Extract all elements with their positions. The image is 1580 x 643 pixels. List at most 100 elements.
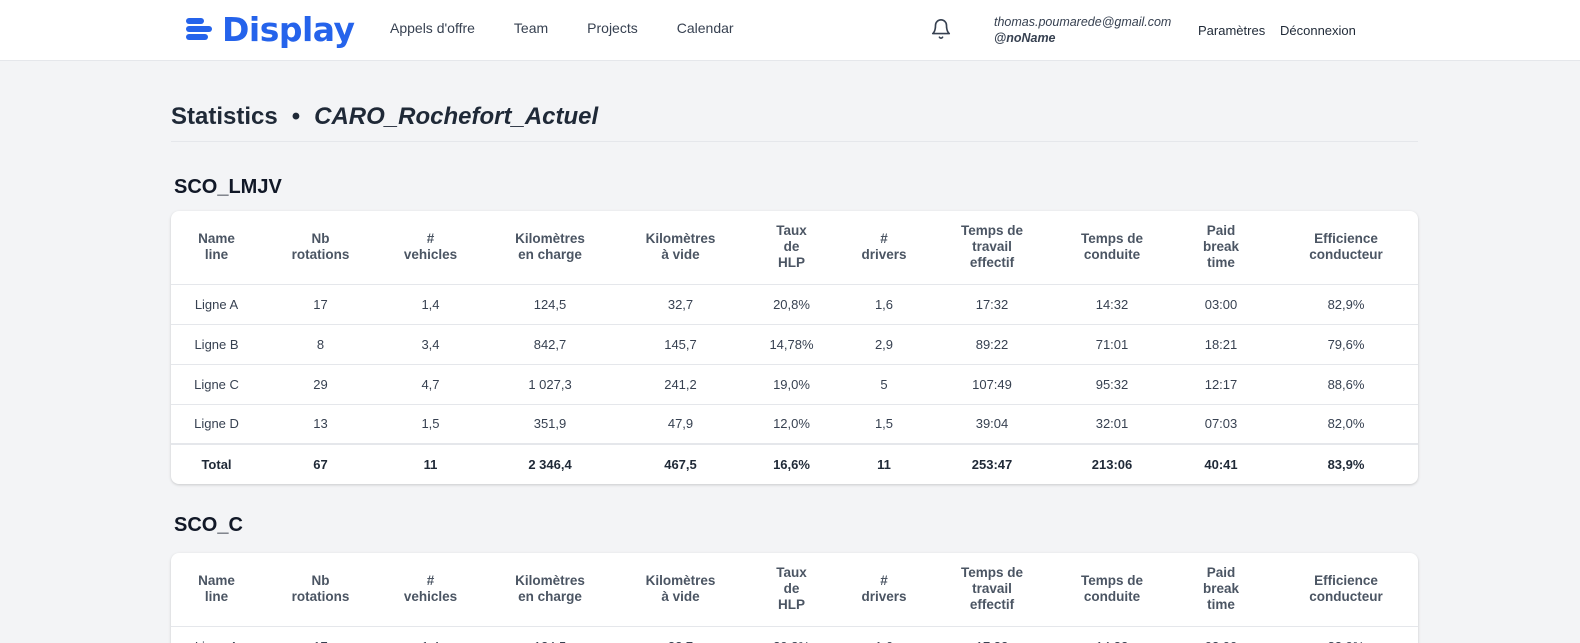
column-header-text: HLP <box>778 255 805 271</box>
table-cell: 03:00 <box>1168 626 1274 643</box>
table-cell: 82,0% <box>1274 404 1418 445</box>
column-header-text: break <box>1202 239 1240 255</box>
table-cell: 40:41 <box>1168 443 1274 484</box>
table-row: Ligne A171,4124,532,720,8%1,617:3214:320… <box>171 284 1418 325</box>
section-title-sco-lmjv: SCO_LMJV <box>174 176 282 198</box>
column-header-text: Efficience <box>1314 231 1378 247</box>
table-cell: 351,9 <box>482 404 618 445</box>
column-header-text: time <box>1207 255 1235 271</box>
column-header-text: HLP <box>778 597 805 613</box>
user-info: thomas.poumarede@gmail.com @noName <box>994 14 1171 46</box>
table-cell: 47,9 <box>618 404 743 445</box>
column-header-text: rotations <box>291 247 350 263</box>
column-header: Kilomètres à vide <box>618 211 743 285</box>
table-cell: 29 <box>262 364 379 405</box>
table-cell: 19,0% <box>743 364 840 405</box>
column-header: # vehicles <box>379 211 482 285</box>
table-cell: 124,5 <box>482 626 618 643</box>
app-logo[interactable]: Display <box>186 10 355 49</box>
column-header-text: en charge <box>518 247 582 263</box>
nav-calendar[interactable]: Calendar <box>677 20 734 36</box>
table-cell: 14:32 <box>1056 626 1168 643</box>
table-cell: 5 <box>840 364 928 405</box>
column-header-text: effectif <box>969 255 1015 271</box>
column-header-text: vehicles <box>403 247 458 263</box>
column-header-text: Temps de <box>1080 231 1143 247</box>
table-cell: 17:32 <box>928 626 1056 643</box>
title-divider <box>171 141 1418 142</box>
project-name: CARO_Rochefort_Actuel <box>314 103 599 130</box>
column-header-text: conduite <box>1083 247 1141 263</box>
notification-bell-icon[interactable] <box>930 18 952 40</box>
table-cell: 20,8% <box>743 626 840 643</box>
logo-icon <box>186 16 212 42</box>
table-cell: 107:49 <box>928 364 1056 405</box>
table-cell: 1,6 <box>840 626 928 643</box>
table-cell: 82,9% <box>1274 626 1418 643</box>
page-title: Statistics • CARO_Rochefort_Actuel <box>171 103 598 131</box>
page-title-label: Statistics <box>171 103 278 130</box>
table-cell: Ligne C <box>171 364 262 405</box>
table-cell: 17 <box>262 626 379 643</box>
column-header-text: Temps de <box>960 223 1023 239</box>
column-header: # drivers <box>840 553 928 627</box>
stats-table: Name line Nb rotations # vehicles Kilomètres en… <box>171 211 1418 484</box>
nav-appels-doffre[interactable]: Appels d'offre <box>390 20 475 36</box>
table-cell: 14:32 <box>1056 284 1168 325</box>
column-header: Name line <box>171 553 262 627</box>
column-header-text: rotations <box>291 589 350 605</box>
stats-table-card: Name line Nb rotations # vehicles Kilomètres en… <box>171 211 1418 484</box>
column-header-text: Kilomètres <box>645 573 716 589</box>
table-cell: 89:22 <box>928 324 1056 365</box>
column-header: Name line <box>171 211 262 285</box>
column-header: Temps de travail effectif <box>928 211 1056 285</box>
column-header-text: effectif <box>969 597 1015 613</box>
column-header-text: travail <box>972 239 1012 255</box>
table-cell: 95:32 <box>1056 364 1168 405</box>
column-header-text: line <box>204 247 229 263</box>
column-header-text: à vide <box>661 247 700 263</box>
column-header-text: time <box>1207 597 1235 613</box>
top-navbar: Display Appels d'offre Team Projects Cal… <box>0 0 1580 61</box>
column-header: Efficience conducteur <box>1274 553 1418 627</box>
table-cell: 18:21 <box>1168 324 1274 365</box>
column-header-text: Efficience <box>1314 573 1378 589</box>
nav-team[interactable]: Team <box>514 20 548 36</box>
column-header-text: de <box>783 239 800 255</box>
logout-link[interactable]: Déconnexion <box>1280 23 1356 38</box>
column-header-text: Name <box>198 573 235 589</box>
table-cell: Ligne B <box>171 324 262 365</box>
user-email: thomas.poumarede@gmail.com <box>994 15 1172 29</box>
column-header-text: # <box>426 231 435 247</box>
table-cell: 07:03 <box>1168 404 1274 445</box>
column-header-text: # <box>426 573 435 589</box>
column-header-text: line <box>204 589 229 605</box>
settings-link[interactable]: Paramètres <box>1198 23 1265 38</box>
column-header-text: Nb <box>311 231 330 247</box>
table-cell: 241,2 <box>618 364 743 405</box>
column-header-text: conducteur <box>1309 247 1383 263</box>
nav-projects[interactable]: Projects <box>587 20 638 36</box>
column-header: Nb rotations <box>262 553 379 627</box>
table-cell: 13 <box>262 404 379 445</box>
column-header-text: Taux <box>776 223 807 239</box>
column-header-text: Kilomètres <box>515 573 585 589</box>
total-row: Total 67 11 2 346,4 467,5 16,6% 11 253:47 213:06… <box>171 443 1418 484</box>
column-header: Kilomètres en charge <box>482 211 618 285</box>
table-cell: 2,9 <box>840 324 928 365</box>
table-cell: 4,7 <box>379 364 482 405</box>
table-cell: Ligne D <box>171 404 262 445</box>
column-header: Kilomètres en charge <box>482 553 618 627</box>
main-nav: Appels d'offre Team Projects Calendar <box>390 20 773 36</box>
column-header-text: en charge <box>518 589 582 605</box>
table-cell: 213:06 <box>1056 443 1168 484</box>
title-separator: • <box>291 103 301 130</box>
table-cell: 12:17 <box>1168 364 1274 405</box>
table-cell: 32:01 <box>1056 404 1168 445</box>
column-header-text: Kilomètres <box>515 231 585 247</box>
table-cell: 1,5 <box>840 404 928 445</box>
table-cell: 467,5 <box>618 443 743 484</box>
stats-table-card: Name line Nb rotations # vehicles Kilomètres en… <box>171 553 1418 643</box>
column-header-text: break <box>1202 581 1240 597</box>
column-header: # vehicles <box>379 553 482 627</box>
